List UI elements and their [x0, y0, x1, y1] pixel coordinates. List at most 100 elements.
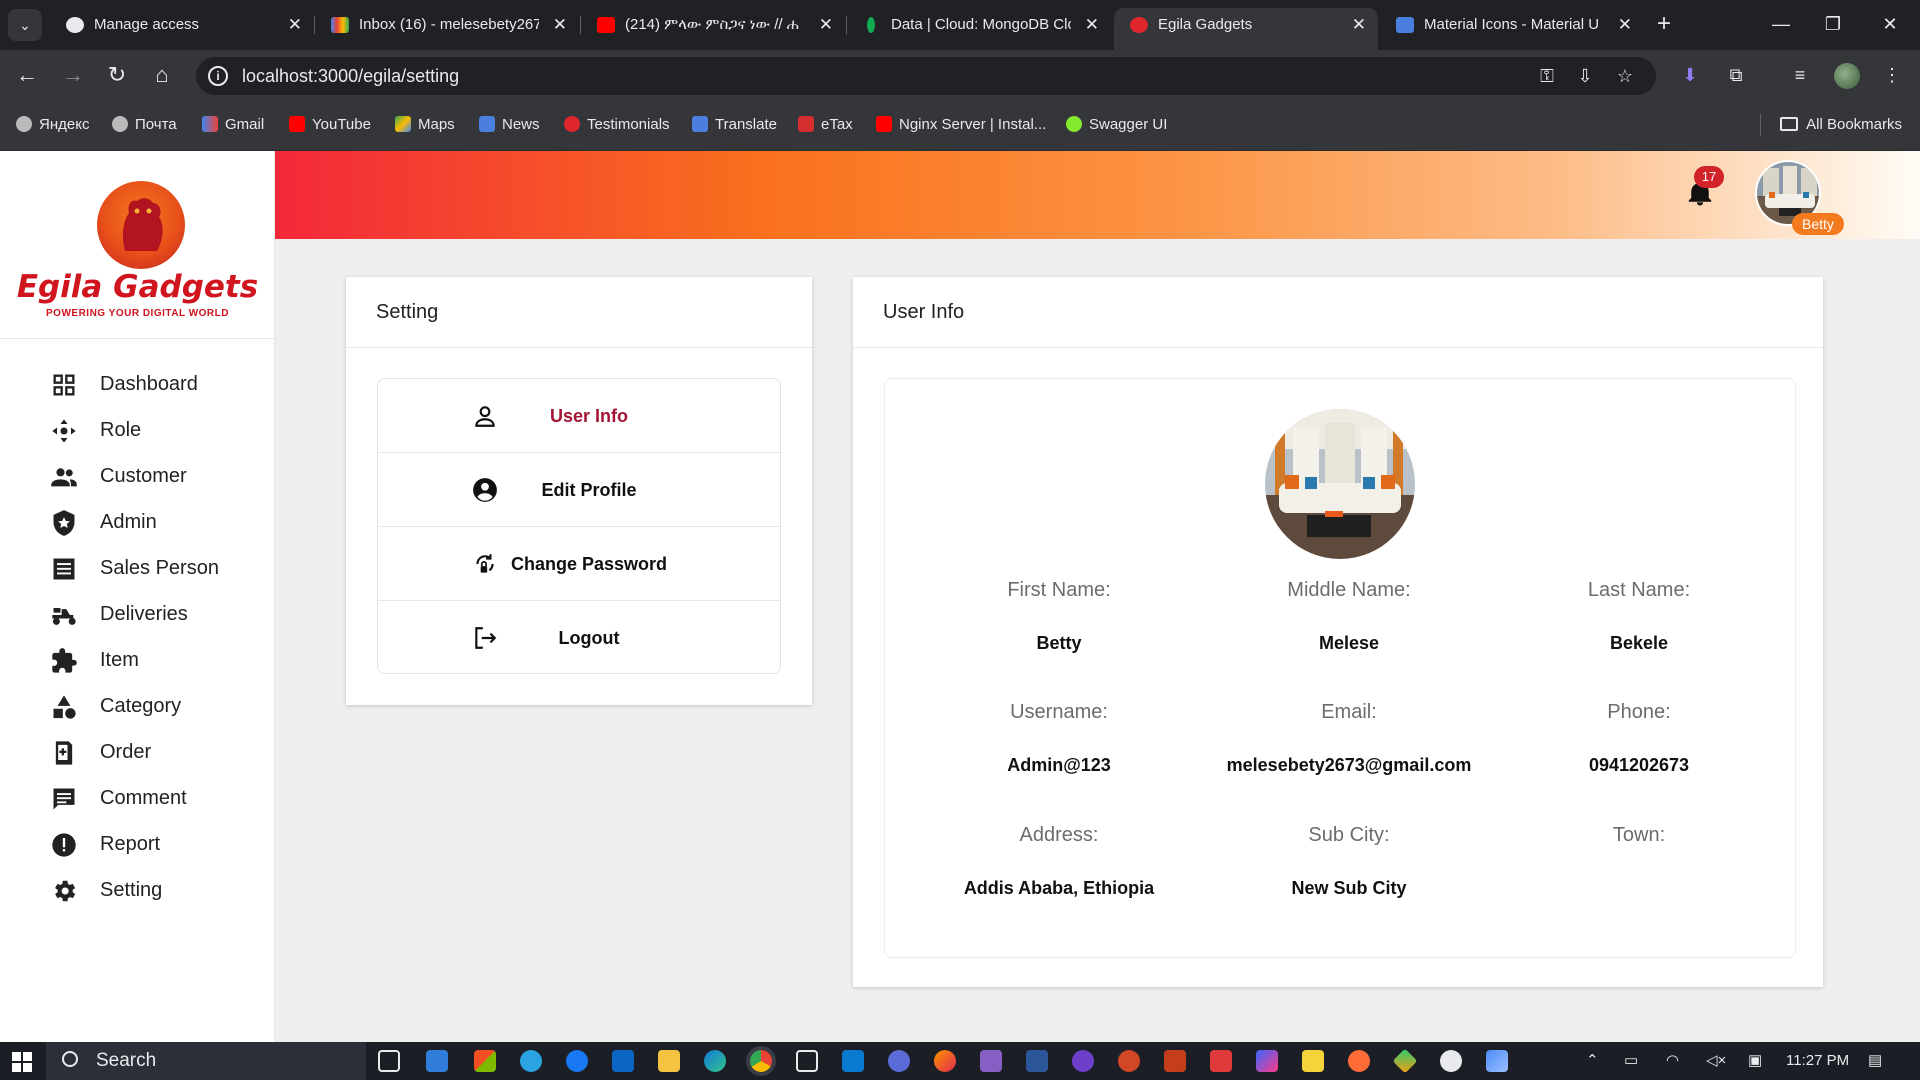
url-text[interactable]: localhost:3000/egila/setting	[242, 57, 459, 95]
bookmark-item[interactable]: Testimonials	[564, 100, 670, 150]
store-icon[interactable]	[474, 1050, 496, 1072]
telegram-icon[interactable]	[520, 1050, 542, 1072]
profile-avatar[interactable]	[1834, 63, 1860, 89]
bookmark-star-icon[interactable]: ☆	[1610, 61, 1640, 91]
firefox-icon[interactable]	[934, 1050, 956, 1072]
windows-start-icon[interactable]	[12, 1052, 32, 1072]
powerpoint-icon[interactable]	[1118, 1050, 1140, 1072]
extensions-icon[interactable]: ⧉	[1720, 59, 1752, 91]
virtualbox-icon[interactable]	[796, 1050, 818, 1072]
sticky-notes-icon[interactable]	[1302, 1050, 1324, 1072]
close-tab-icon[interactable]: ✕	[288, 8, 302, 42]
bookmark-item[interactable]: Maps	[395, 100, 455, 150]
reload-button[interactable]: ↻	[100, 58, 134, 92]
tray-chevron-icon[interactable]: ⌃	[1586, 1042, 1599, 1080]
header-user-name[interactable]: Betty	[1792, 213, 1844, 235]
github-desktop-icon[interactable]	[1072, 1050, 1094, 1072]
design-app-icon[interactable]	[1256, 1050, 1278, 1072]
git-app-icon[interactable]	[1392, 1048, 1418, 1074]
close-tab-icon[interactable]: ✕	[553, 8, 567, 42]
sidebar-item-item[interactable]: Item	[0, 637, 275, 683]
tray-app-icon[interactable]: ▣	[1748, 1042, 1762, 1080]
dev-tool-icon[interactable]	[1440, 1050, 1462, 1072]
sidebar-item-report[interactable]: Report	[0, 821, 275, 867]
visual-studio-icon[interactable]	[980, 1050, 1002, 1072]
clock[interactable]: 11:27 PM	[1786, 1042, 1849, 1080]
edge-icon[interactable]	[704, 1050, 726, 1072]
tab-search-button[interactable]: ⌄	[8, 9, 42, 41]
notifications-icon[interactable]: ▤	[1868, 1042, 1882, 1080]
sidebar-item-setting[interactable]: Setting	[0, 867, 275, 913]
browser-toolbar: ← → ↻ ⌂ i localhost:3000/egila/setting ⚿…	[0, 50, 1920, 100]
bookmark-item[interactable]: News	[479, 100, 540, 150]
close-tab-icon[interactable]: ✕	[819, 8, 833, 42]
bookmark-item[interactable]: Swagger UI	[1066, 100, 1167, 150]
browser-tab[interactable]: Data | Cloud: MongoDB Clo ✕	[847, 8, 1111, 42]
word-icon[interactable]	[1026, 1050, 1048, 1072]
close-tab-icon[interactable]: ✕	[1085, 8, 1099, 42]
sidebar-item-sales-person[interactable]: Sales Person	[0, 545, 275, 591]
address-bar[interactable]: i localhost:3000/egila/setting ⚿ ⇩ ☆	[196, 57, 1656, 95]
chrome-icon[interactable]	[750, 1050, 772, 1072]
file-explorer-icon[interactable]	[658, 1050, 680, 1072]
menu-item-user-info[interactable]: User Info	[378, 379, 780, 453]
browser-tab[interactable]: Manage access ✕	[50, 8, 314, 42]
bookmark-item[interactable]: Nginx Server | Instal...	[876, 100, 1046, 150]
presentation-icon[interactable]	[1164, 1050, 1186, 1072]
linkedin-icon[interactable]	[612, 1050, 634, 1072]
sidebar-item-role[interactable]: Role	[0, 407, 275, 453]
browser-tab[interactable]: Material Icons - Material U ✕	[1380, 8, 1644, 42]
bookmark-item[interactable]: Gmail	[202, 100, 264, 150]
home-button[interactable]: ⌂	[145, 58, 179, 92]
forward-button[interactable]: →	[56, 58, 90, 92]
last-name-value: Bekele	[1609, 633, 1669, 653]
wifi-icon[interactable]: ◠	[1666, 1042, 1679, 1080]
facebook-icon[interactable]	[566, 1050, 588, 1072]
taskbar-search[interactable]: Search	[46, 1042, 366, 1080]
postman-icon[interactable]	[1348, 1050, 1370, 1072]
download-icon[interactable]: ⬇	[1674, 59, 1706, 91]
folder-icon	[1780, 117, 1799, 131]
menu-kebab-icon[interactable]: ⋮	[1876, 59, 1908, 91]
sidebar-item-category[interactable]: Category	[0, 683, 275, 729]
minimize-button[interactable]: —	[1753, 0, 1809, 50]
menu-item-logout[interactable]: Logout	[378, 601, 780, 675]
anydesk-icon[interactable]	[1210, 1050, 1232, 1072]
menu-item-edit-profile[interactable]: Edit Profile	[378, 453, 780, 527]
media-control-icon[interactable]: ≡	[1784, 59, 1816, 91]
all-bookmarks-button[interactable]: All Bookmarks	[1780, 100, 1902, 150]
bookmark-item[interactable]: Translate	[692, 100, 777, 150]
search-icon	[62, 1051, 78, 1067]
sidebar-item-deliveries[interactable]: Deliveries	[0, 591, 275, 637]
back-button[interactable]: ←	[10, 58, 44, 92]
sidebar-item-order[interactable]: Order	[0, 729, 275, 775]
password-key-icon[interactable]: ⚿	[1532, 61, 1562, 91]
install-app-icon[interactable]: ⇩	[1570, 61, 1600, 91]
sidebar-item-customer[interactable]: Customer	[0, 453, 275, 499]
browser-tab-active[interactable]: Egila Gadgets ✕	[1114, 8, 1378, 50]
new-tab-button[interactable]: +	[1650, 9, 1678, 41]
sidebar-item-admin[interactable]: Admin	[0, 499, 275, 545]
close-tab-icon[interactable]: ✕	[1352, 8, 1366, 42]
bookmark-item[interactable]: Почта	[112, 100, 177, 150]
vscode-icon[interactable]	[842, 1050, 864, 1072]
mail-app-icon[interactable]	[426, 1050, 448, 1072]
sub-city-value: New Sub City	[1291, 878, 1407, 898]
sidebar-item-comment[interactable]: Comment	[0, 775, 275, 821]
volume-muted-icon[interactable]: ◁×	[1706, 1042, 1726, 1080]
sidebar-item-dashboard[interactable]: Dashboard	[0, 361, 275, 407]
battery-icon[interactable]: ▭	[1624, 1042, 1638, 1080]
menu-item-change-password[interactable]: Change Password	[378, 527, 780, 601]
browser-tab[interactable]: Inbox (16) - melesebety2673 ✕	[315, 8, 579, 42]
task-view-icon[interactable]	[378, 1050, 400, 1072]
site-info-icon[interactable]: i	[208, 66, 228, 86]
bookmark-item[interactable]: Яндекс	[16, 100, 89, 150]
eclipse-icon[interactable]	[888, 1050, 910, 1072]
close-window-button[interactable]: ✕	[1862, 0, 1918, 50]
app-icon[interactable]	[1486, 1050, 1508, 1072]
bookmark-item[interactable]: eTax	[798, 100, 853, 150]
browser-tab[interactable]: (214) ምላው ምስጋና ነው // ሐ ✕	[581, 8, 845, 42]
restore-button[interactable]: ❐	[1805, 0, 1861, 50]
close-tab-icon[interactable]: ✕	[1618, 8, 1632, 42]
bookmark-item[interactable]: YouTube	[289, 100, 371, 150]
